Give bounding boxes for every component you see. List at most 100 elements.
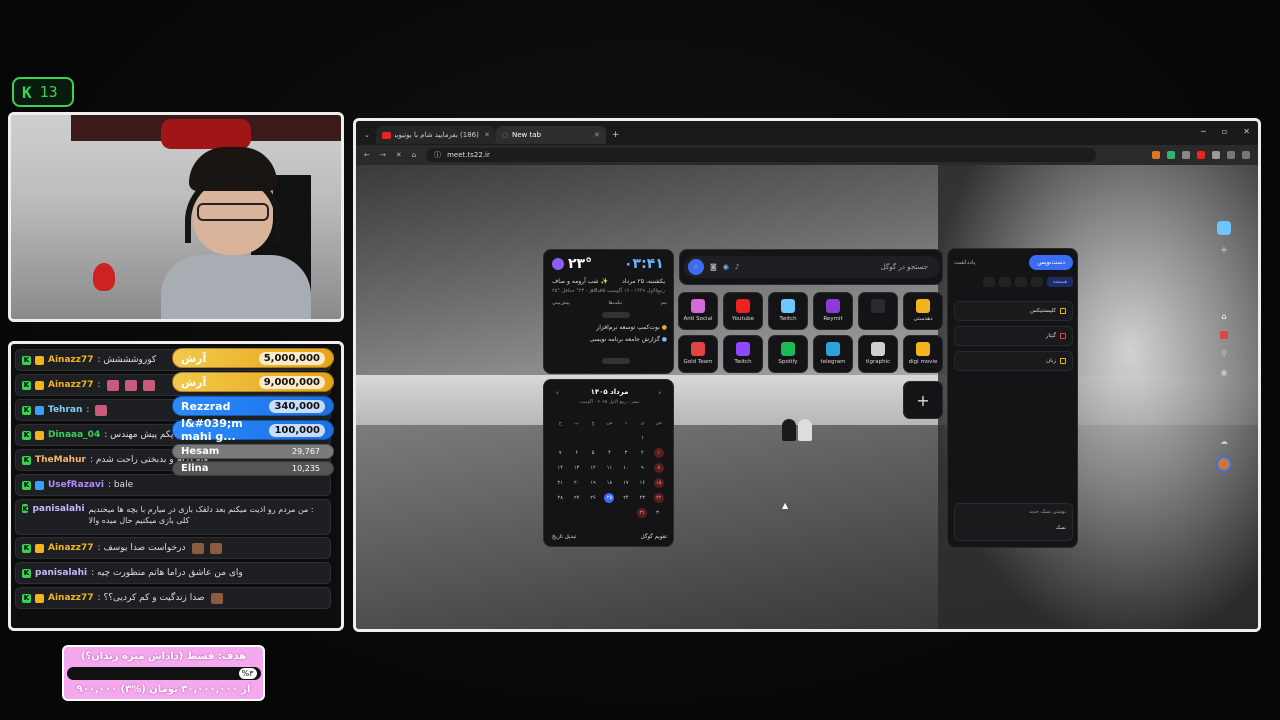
chat-username[interactable]: Ainazz77 (48, 593, 94, 603)
extension-icon[interactable] (1182, 151, 1190, 159)
filter-icon[interactable] (1015, 277, 1027, 287)
chat-username[interactable]: panisalahi (32, 504, 84, 514)
new-tab-icon[interactable]: + (612, 130, 620, 140)
chat-username[interactable]: Dinaaa_04 (48, 430, 100, 440)
mic-icon[interactable]: ♪ (735, 263, 739, 271)
shortcut-tile[interactable]: Spotify (768, 335, 808, 373)
calendar-day[interactable]: ۳۱ (637, 508, 648, 518)
calendar-day[interactable]: ۲۱ (552, 478, 568, 488)
calendar-day[interactable]: ۳۰ (651, 508, 667, 518)
extension-icon[interactable] (1227, 151, 1235, 159)
tab-youtube[interactable]: (186) بفرمایید شام با یوتیوبرا (مـ... ✕ (375, 126, 496, 144)
lens-icon[interactable]: ◉ (723, 263, 729, 271)
shortcut-tile[interactable]: Youtube (723, 292, 763, 330)
forward-icon[interactable]: → (380, 151, 386, 159)
shortcut-tile[interactable]: telegram (813, 335, 853, 373)
tab-list-icon[interactable]: ⌄ (364, 131, 370, 139)
note-item[interactable]: گیتار (954, 326, 1073, 346)
calendar-day[interactable]: ۷ (552, 448, 568, 458)
todo-item[interactable]: بوت‌کمپ توسعه نرم‌افزار ● (552, 324, 667, 331)
google-calendar-button[interactable]: تقویم گوگل (641, 534, 667, 540)
calendar-day[interactable]: ۲ (634, 448, 650, 458)
avatar[interactable] (1216, 456, 1232, 472)
calendar-day[interactable]: ۹ (634, 463, 650, 473)
calendar-day[interactable]: ۱۳ (568, 463, 584, 473)
calendar-day[interactable]: ۱۲ (585, 463, 601, 473)
calendar-day[interactable]: ۴ (601, 448, 617, 458)
search-icon[interactable]: ⌕ (688, 259, 704, 275)
home-icon[interactable]: ⌂ (412, 151, 416, 159)
calendar-title[interactable]: مرداد ۱۴۰۵ (544, 388, 675, 396)
extension-icon[interactable] (1197, 151, 1205, 159)
calendar-day[interactable]: ۱ (653, 448, 664, 458)
chat-username[interactable]: TheMahur (35, 455, 86, 465)
chat-username[interactable]: panisalahi (35, 568, 87, 578)
calendar-day[interactable]: ۱۷ (618, 478, 634, 488)
cloud-icon[interactable]: ☁ (1220, 437, 1228, 446)
shortcut-tile[interactable]: digi movie (903, 335, 943, 373)
calendar-day[interactable]: ۱۶ (634, 478, 650, 488)
home-sidebar-icon[interactable]: ⌂ (1221, 312, 1226, 321)
app-icon[interactable] (1220, 331, 1228, 339)
url-field[interactable]: ⓘ meet.ts22.ir (426, 148, 1097, 162)
team-button[interactable]: تیم (661, 300, 667, 306)
extension-icon[interactable] (1212, 151, 1220, 159)
google-search-input[interactable]: ⌕ ◙ ◉ ♪ جستجو در گوگل (684, 256, 940, 278)
shortcut-tile[interactable]: Gold Team (678, 335, 718, 373)
chat-username[interactable]: Ainazz77 (48, 380, 94, 390)
add-task-button[interactable]: تسک (961, 525, 1066, 531)
note-item[interactable]: کلیستنیکس (954, 301, 1073, 321)
tab-handwriting[interactable]: دست‌نویس (1029, 255, 1073, 270)
tab-notes[interactable]: یادداشت (954, 259, 975, 266)
chat-username[interactable]: Ainazz77 (48, 543, 94, 553)
chat-username[interactable]: Ainazz77 (48, 355, 94, 365)
close-tab-icon[interactable]: ✕ (594, 131, 600, 139)
calendar-day[interactable]: ۲۲ (653, 493, 664, 503)
note-item[interactable]: زبان (954, 351, 1073, 371)
chat-username[interactable]: Tehran (48, 405, 82, 415)
checkbox-icon[interactable] (1060, 308, 1066, 314)
sidebar-icon[interactable]: ⚲ (1221, 349, 1227, 358)
minimize-icon[interactable]: ─ (1201, 127, 1206, 136)
checkbox-icon[interactable] (1060, 333, 1066, 339)
extension-icon[interactable] (1152, 151, 1160, 159)
calendar-day[interactable]: ۲۴ (618, 493, 634, 503)
todo-item[interactable]: گزارش جامعه برنامه نویسی ● (552, 336, 667, 343)
add-panel-icon[interactable]: + (1220, 245, 1228, 256)
calendar-day[interactable]: ۲۸ (552, 493, 568, 503)
calendar-day[interactable]: ۶ (568, 448, 584, 458)
forecast-button[interactable]: پیش‌بینی (552, 300, 570, 306)
tilts-button[interactable]: تیلت‌ها (608, 300, 622, 306)
shortcut-tile[interactable]: Twitch (768, 292, 808, 330)
calendar-day[interactable]: ۲۶ (585, 493, 601, 503)
tab-new[interactable]: ◌ New tab ✕ (495, 126, 606, 144)
add-shortcut-button[interactable]: + (903, 381, 943, 419)
hide-icon[interactable] (999, 277, 1011, 287)
shortcut-tile[interactable] (858, 292, 898, 330)
back-icon[interactable]: ← (364, 151, 370, 159)
more-icon[interactable] (983, 277, 995, 287)
checkbox-icon[interactable] (1060, 358, 1066, 364)
shortcut-tile[interactable]: دهدستی (903, 292, 943, 330)
calendar-day[interactable]: ۳ (618, 448, 634, 458)
calendar-day[interactable]: ۲۵ (604, 493, 615, 503)
discord-icon[interactable]: ◉ (1221, 368, 1228, 377)
shortcut-tile[interactable]: tlgraphic (858, 335, 898, 373)
calendar-day[interactable]: ۲۷ (568, 493, 584, 503)
shortcut-tile[interactable]: Twitch (723, 335, 763, 373)
calendar-day[interactable]: ۲۳ (634, 493, 650, 503)
calendar-day[interactable]: ۵ (585, 448, 601, 458)
calendar-day[interactable]: ۱۱ (601, 463, 617, 473)
shortcut-tile[interactable]: Reymit (813, 292, 853, 330)
calendar-day[interactable]: ۲۰ (568, 478, 584, 488)
maximize-icon[interactable]: ▫ (1222, 127, 1227, 136)
extension-icon[interactable] (1167, 151, 1175, 159)
filter-always-chip[interactable]: همیشه (1047, 277, 1073, 287)
calendar-day[interactable]: ۱۸ (601, 478, 617, 488)
close-tab-icon[interactable]: ✕ (484, 131, 490, 139)
image-search-icon[interactable]: ◙ (710, 263, 717, 271)
new-task-field[interactable]: نوشتن تسک جدید تسک (954, 503, 1073, 541)
shortcut-tile[interactable]: Anti Social (678, 292, 718, 330)
calendar-day[interactable]: ۱۴ (552, 463, 568, 473)
app-logo-icon[interactable] (1217, 221, 1231, 235)
